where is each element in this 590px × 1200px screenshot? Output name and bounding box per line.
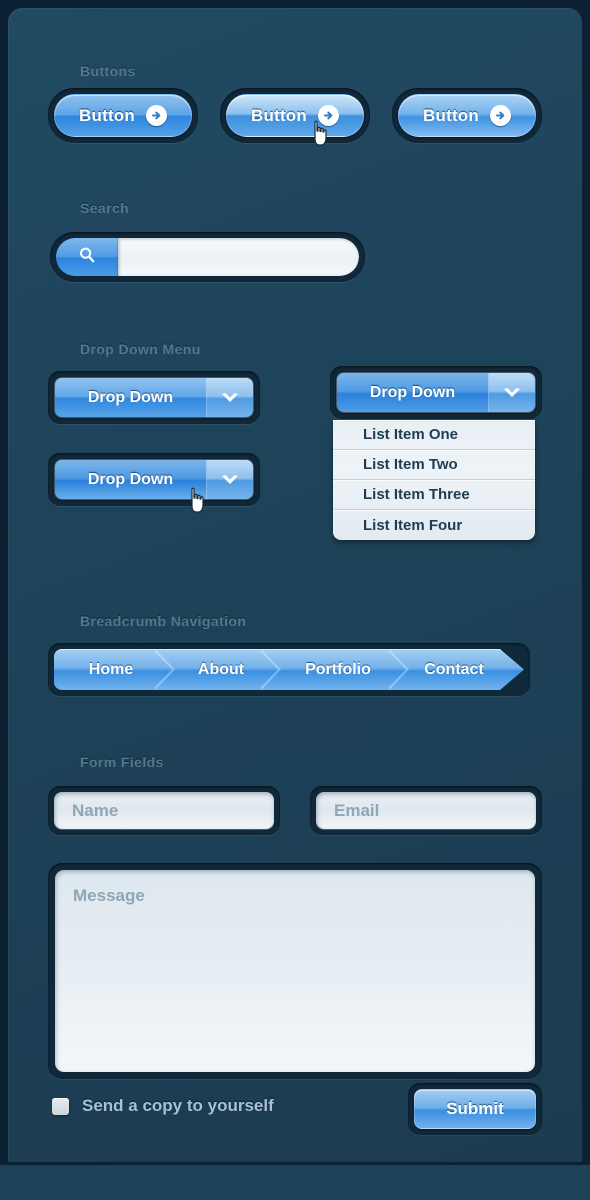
chevron-down-icon[interactable] [207, 460, 253, 499]
dropdown-pressed[interactable]: Drop Down [54, 459, 254, 500]
dropdown-label: Drop Down [87, 470, 174, 488]
dropdown-label: Drop Down [369, 383, 456, 401]
search-bar-wrapper[interactable] [50, 232, 365, 282]
dropdown-menu-item[interactable]: List Item Four [333, 510, 535, 540]
submit-label: Submit [446, 1099, 504, 1118]
email-input[interactable] [316, 792, 536, 829]
send-copy-label: Send a copy to yourself [82, 1096, 274, 1115]
breadcrumb-item-portfolio[interactable]: Portfolio [274, 649, 409, 690]
dropdown-menu-item[interactable]: List Item One [333, 420, 535, 450]
section-label-form: Form Fields [80, 754, 164, 770]
button-hover[interactable]: Button [226, 94, 364, 137]
dropdown-menu-list[interactable]: List Item One List Item Two List Item Th… [333, 420, 535, 540]
button-label: Button [423, 105, 479, 125]
dropdown-open-wrapper[interactable]: Drop Down [330, 366, 542, 419]
dropdown-menu-item[interactable]: List Item Two [333, 450, 535, 480]
button-active-wrapper[interactable]: Button [392, 88, 542, 143]
breadcrumb-label: Home [88, 660, 134, 678]
breadcrumb[interactable]: Home About Portfolio Contact [48, 643, 530, 696]
breadcrumb-item-contact[interactable]: Contact [402, 649, 524, 690]
message-field-wrapper[interactable] [48, 863, 542, 1079]
arrow-right-circle-icon [317, 105, 339, 126]
dropdown-pressed-wrapper[interactable]: Drop Down [48, 453, 260, 506]
name-input[interactable] [54, 792, 274, 829]
dropdown-main[interactable]: Drop Down [337, 373, 489, 412]
search-button[interactable] [56, 238, 118, 276]
chevron-down-icon[interactable] [207, 378, 253, 417]
section-label-search: Search [80, 200, 130, 216]
button-active[interactable]: Button [398, 94, 536, 137]
button-hover-wrapper[interactable]: Button [220, 88, 370, 143]
breadcrumb-label: Portfolio [305, 660, 371, 678]
section-label-dropdown: Drop Down Menu [80, 341, 201, 357]
breadcrumb-item-home[interactable]: Home [54, 649, 175, 690]
search-input[interactable] [118, 238, 359, 276]
button-normal-wrapper[interactable]: Button [48, 88, 198, 143]
name-field-wrapper[interactable] [48, 786, 280, 835]
send-copy-checkbox[interactable] [52, 1098, 69, 1115]
button-label: Button [251, 105, 307, 125]
arrow-right-circle-icon [489, 105, 511, 126]
magnifier-icon [77, 245, 97, 270]
dropdown-main[interactable]: Drop Down [55, 460, 207, 499]
chevron-down-icon[interactable] [489, 373, 535, 412]
email-field-wrapper[interactable] [310, 786, 542, 835]
breadcrumb-item-about[interactable]: About [168, 649, 281, 690]
message-textarea[interactable] [55, 870, 535, 1072]
submit-button[interactable]: Submit [414, 1089, 536, 1129]
breadcrumb-label: About [197, 660, 245, 678]
dropdown-normal-wrapper[interactable]: Drop Down [48, 371, 260, 424]
submit-button-wrapper[interactable]: Submit [408, 1083, 542, 1135]
dropdown-main[interactable]: Drop Down [55, 378, 207, 417]
dropdown-menu-item[interactable]: List Item Three [333, 480, 535, 510]
dropdown-normal[interactable]: Drop Down [54, 377, 254, 418]
ui-kit-frame: Buttons Button Button Button Search Drop… [0, 0, 590, 1200]
button-normal[interactable]: Button [54, 94, 192, 137]
section-label-breadcrumb: Breadcrumb Navigation [80, 613, 247, 629]
dropdown-open[interactable]: Drop Down [336, 372, 536, 413]
breadcrumb-label: Contact [424, 660, 484, 678]
section-label-buttons: Buttons [80, 63, 136, 79]
button-label: Button [79, 105, 135, 125]
arrow-right-circle-icon [145, 105, 167, 126]
dropdown-label: Drop Down [87, 388, 174, 406]
